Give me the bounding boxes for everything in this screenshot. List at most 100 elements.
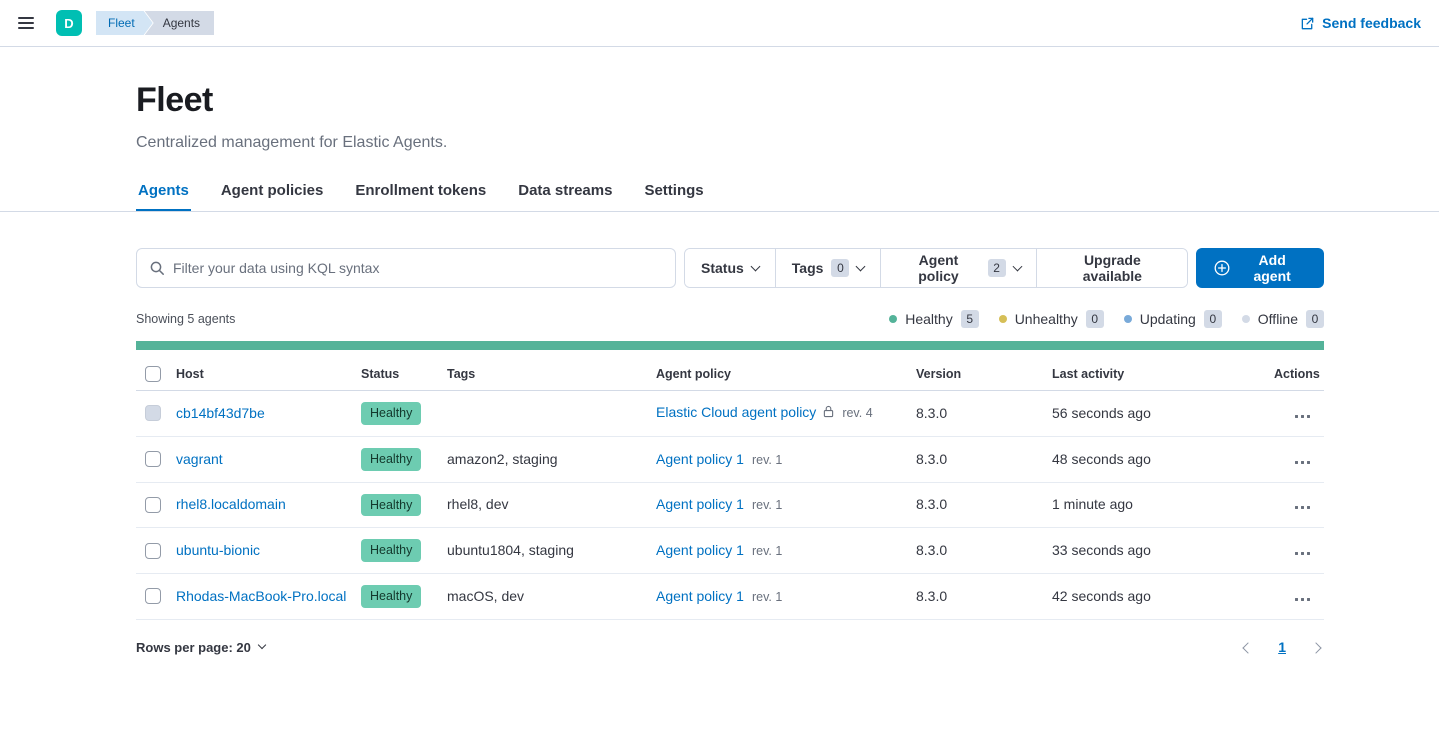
breadcrumb: Fleet Agents — [96, 11, 214, 35]
version-cell: 8.3.0 — [916, 528, 1052, 574]
tab-data-streams[interactable]: Data streams — [516, 178, 614, 211]
column-header-host: Host — [176, 358, 361, 391]
tab-bar: Agents Agent policies Enrollment tokens … — [136, 178, 1439, 211]
last-activity-cell: 48 seconds ago — [1052, 436, 1274, 482]
host-link[interactable]: rhel8.localdomain — [176, 496, 286, 512]
last-activity-cell: 33 seconds ago — [1052, 528, 1274, 574]
agent-health-bar — [136, 341, 1324, 350]
version-cell: 8.3.0 — [916, 391, 1052, 437]
last-activity-cell: 56 seconds ago — [1052, 391, 1274, 437]
page-title: Fleet — [136, 81, 1439, 120]
filter-upgrade-available[interactable]: Upgrade available — [1036, 249, 1187, 287]
column-header-version: Version — [916, 358, 1052, 391]
offline-dot-icon — [1242, 315, 1250, 323]
filter-agent-policy-label: Agent policy — [897, 252, 979, 284]
policy-revision: rev. 1 — [752, 453, 782, 467]
status-badge: Healthy — [361, 494, 421, 517]
search-icon — [149, 260, 165, 276]
legend-updating-count: 0 — [1204, 310, 1222, 328]
next-page-icon[interactable] — [1308, 636, 1324, 659]
healthy-dot-icon — [889, 315, 897, 323]
add-agent-button[interactable]: Add agent — [1196, 248, 1324, 288]
status-badge: Healthy — [361, 585, 421, 608]
table-row: vagrant Healthy amazon2, staging Agent p… — [136, 436, 1324, 482]
search-input[interactable] — [173, 260, 663, 276]
policy-cell: Agent policy 1 rev. 1 — [656, 436, 916, 482]
filter-tags[interactable]: Tags 0 — [775, 249, 881, 287]
policy-cell: Agent policy 1rev. 1 — [656, 482, 916, 528]
row-actions-icon[interactable] — [1291, 457, 1314, 468]
policy-cell: Agent policy 1rev. 1 — [656, 528, 916, 574]
breadcrumb-fleet[interactable]: Fleet — [96, 11, 153, 35]
pagination: 1 — [1240, 636, 1324, 659]
host-link[interactable]: ubuntu-bionic — [176, 542, 260, 558]
agent-policy-link[interactable]: Agent policy 1 — [656, 451, 744, 467]
legend-healthy: Healthy 5 — [889, 310, 978, 328]
table-row: rhel8.localdomain Healthy rhel8, dev Age… — [136, 482, 1324, 528]
row-actions-icon[interactable] — [1291, 502, 1314, 513]
row-checkbox[interactable] — [145, 451, 161, 467]
row-actions-icon[interactable] — [1291, 411, 1314, 422]
chevron-down-icon — [258, 641, 266, 649]
agents-toolbar: Status Tags 0 Agent policy 2 Upgrade ava… — [136, 248, 1324, 288]
rows-per-page-button[interactable]: Rows per page: 20 — [136, 640, 265, 655]
table-row: Rhodas-MacBook-Pro.local Healthy macOS, … — [136, 574, 1324, 620]
filter-agent-policy[interactable]: Agent policy 2 — [880, 249, 1036, 287]
rows-per-page-label: Rows per page: 20 — [136, 640, 251, 655]
agent-policy-link[interactable]: Agent policy 1 — [656, 588, 744, 604]
row-checkbox[interactable] — [145, 543, 161, 559]
tags-cell: macOS, dev — [447, 574, 656, 620]
legend-unhealthy: Unhealthy 0 — [999, 310, 1104, 328]
row-actions-icon[interactable] — [1291, 594, 1314, 605]
agent-policy-link[interactable]: Agent policy 1 — [656, 542, 744, 558]
legend-offline-count: 0 — [1306, 310, 1324, 328]
filter-upgrade-available-label: Upgrade available — [1053, 252, 1171, 284]
tab-enrollment-tokens[interactable]: Enrollment tokens — [353, 178, 488, 211]
policy-cell: Elastic Cloud agent policy rev. 4 — [656, 391, 916, 437]
row-checkbox[interactable] — [145, 588, 161, 604]
row-actions-icon[interactable] — [1291, 548, 1314, 559]
host-link[interactable]: cb14bf43d7be — [176, 405, 265, 421]
policy-revision: rev. 4 — [842, 406, 872, 420]
version-cell: 8.3.0 — [916, 436, 1052, 482]
status-badge: Healthy — [361, 402, 421, 425]
chevron-down-icon — [856, 261, 866, 271]
host-link[interactable]: Rhodas-MacBook-Pro.local — [176, 588, 346, 604]
tab-settings[interactable]: Settings — [642, 178, 705, 211]
tab-agent-policies[interactable]: Agent policies — [219, 178, 326, 211]
agent-policy-link[interactable]: Elastic Cloud agent policy — [656, 404, 816, 420]
status-legend: Healthy 5 Unhealthy 0 Updating 0 Offline… — [889, 310, 1324, 328]
external-link-icon — [1300, 16, 1315, 31]
select-all-checkbox[interactable] — [145, 366, 161, 382]
table-row: ubuntu-bionic Healthy ubuntu1804, stagin… — [136, 528, 1324, 574]
breadcrumb-agents[interactable]: Agents — [145, 11, 214, 35]
version-cell: 8.3.0 — [916, 574, 1052, 620]
filter-agent-policy-count: 2 — [988, 259, 1006, 277]
tags-cell — [447, 391, 656, 437]
row-checkbox[interactable] — [145, 497, 161, 513]
updating-dot-icon — [1124, 315, 1132, 323]
page-header: Fleet Centralized management for Elastic… — [0, 47, 1439, 212]
filter-group: Status Tags 0 Agent policy 2 Upgrade ava… — [684, 248, 1188, 288]
tab-agents[interactable]: Agents — [136, 178, 191, 211]
lock-icon — [823, 405, 834, 421]
column-header-actions: Actions — [1274, 358, 1324, 391]
agent-policy-link[interactable]: Agent policy 1 — [656, 496, 744, 512]
kql-search-box — [136, 248, 676, 288]
send-feedback-link[interactable]: Send feedback — [1300, 15, 1421, 31]
previous-page-icon[interactable] — [1240, 636, 1256, 659]
menu-icon[interactable] — [18, 11, 42, 35]
status-badge: Healthy — [361, 448, 421, 471]
plus-in-circle-icon — [1214, 260, 1230, 276]
table-row: cb14bf43d7be Healthy Elastic Cloud agent… — [136, 391, 1324, 437]
unhealthy-dot-icon — [999, 315, 1007, 323]
deployment-avatar[interactable]: D — [56, 10, 82, 36]
chevron-down-icon — [1012, 261, 1022, 271]
filter-status[interactable]: Status — [685, 249, 775, 287]
legend-healthy-count: 5 — [961, 310, 979, 328]
host-link[interactable]: vagrant — [176, 451, 223, 467]
filter-tags-label: Tags — [792, 260, 824, 276]
table-footer: Rows per page: 20 1 — [136, 636, 1324, 659]
page-number-1[interactable]: 1 — [1278, 639, 1286, 655]
column-header-tags: Tags — [447, 358, 656, 391]
